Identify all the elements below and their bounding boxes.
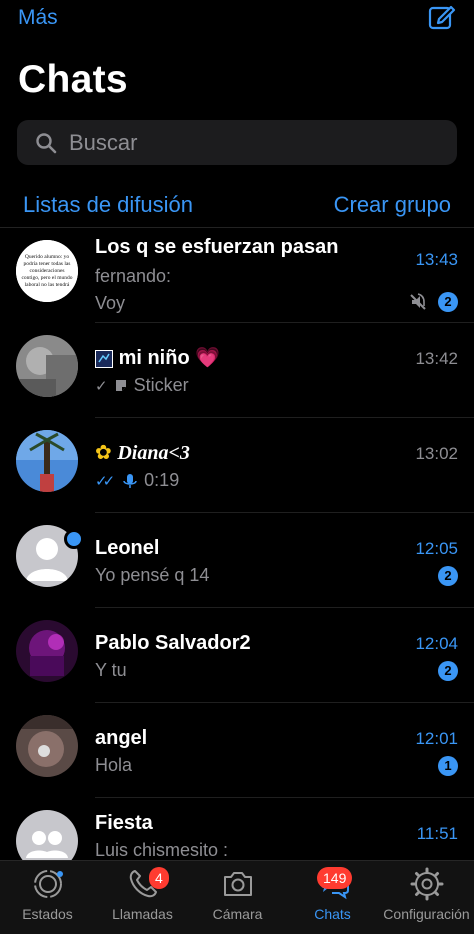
- avatar: Querido alumno: yo podría tener todas la…: [16, 240, 78, 302]
- list-actions: Listas de difusión Crear grupo: [0, 188, 474, 222]
- search-input[interactable]: [69, 120, 429, 165]
- more-button[interactable]: Más: [18, 6, 58, 30]
- chat-row-diana[interactable]: ✿ Diana<3 13:02 ✓✓ 0:19: [0, 418, 474, 513]
- avatar: [16, 620, 78, 682]
- gear-icon: [410, 867, 443, 901]
- avatar: [16, 335, 78, 397]
- svg-text:laboral no las tendrá: laboral no las tendrá: [25, 282, 70, 288]
- chat-name: mi niño: [118, 347, 190, 369]
- tab-badge: 149: [317, 867, 353, 889]
- tab-label: Estados: [22, 906, 73, 922]
- chat-preview-row: ✓✓ 0:19: [95, 470, 179, 491]
- chat-name-row: mi niño 💗: [95, 345, 220, 370]
- chat-name: angel: [95, 727, 148, 749]
- tab-llamadas[interactable]: 4 Llamadas: [95, 861, 190, 934]
- sunflower-emoji-icon: ✿: [95, 442, 112, 464]
- svg-text:podría tener todas las: podría tener todas las: [24, 261, 71, 267]
- heart-emoji-icon: 💗: [195, 347, 221, 369]
- chat-time: 12:04: [415, 634, 458, 653]
- chat-name: Leonel: [95, 537, 160, 559]
- tab-chats[interactable]: 149 Chats: [285, 861, 380, 934]
- chat-preview: Voy: [95, 293, 126, 313]
- page-title: Chats: [18, 58, 128, 101]
- chat-time: 12:01: [415, 729, 458, 748]
- unread-badge: 2: [438, 292, 458, 312]
- svg-text:Querido alumno: yo: Querido alumno: yo: [25, 254, 70, 260]
- camera-icon: [223, 872, 252, 896]
- unread-badge: 1: [438, 756, 458, 776]
- svg-text:consideraciones: consideraciones: [29, 268, 64, 274]
- tab-configuracion[interactable]: Configuración: [379, 861, 474, 934]
- chat-preview: Y tu: [95, 660, 127, 680]
- tab-label: Configuración: [383, 906, 470, 922]
- svg-text:contigo, pero el mundo: contigo, pero el mundo: [21, 275, 72, 281]
- chat-row-angel[interactable]: angel 12:01 Hola 1: [0, 703, 474, 798]
- chat-name: Los q se esfuerzan pasan: [95, 236, 339, 258]
- chat-row-mi-nino[interactable]: mi niño 💗 13:42 ✓ Sticker: [0, 323, 474, 418]
- tab-estados[interactable]: Estados: [0, 861, 95, 934]
- chat-preview: Hola: [95, 755, 133, 775]
- chat-time: 13:43: [415, 250, 458, 269]
- tab-badge: 4: [149, 867, 169, 889]
- chat-time: 11:51: [416, 824, 458, 843]
- search-icon: [36, 133, 57, 154]
- compose-icon[interactable]: [426, 2, 456, 32]
- chat-name-row: ✿ Diana<3: [95, 440, 190, 465]
- status-icon: [33, 870, 63, 898]
- tab-label: Chats: [314, 906, 351, 922]
- status-dot: [64, 529, 84, 549]
- chat-time: 12:05: [415, 539, 458, 558]
- chat-preview: Yo pensé q 14: [95, 565, 210, 585]
- tab-label: Cámara: [212, 906, 263, 922]
- chat-time: 13:42: [415, 349, 458, 368]
- sparkle-emoji-icon: [95, 349, 113, 368]
- chat-name: Pablo Salvador2: [95, 632, 251, 654]
- chat-preview: Luis chismesito :: [95, 840, 229, 860]
- chat-row-leonel[interactable]: Leonel 12:05 Yo pensé q 14 2: [0, 513, 474, 608]
- avatar: [16, 430, 78, 492]
- unread-badge: 2: [438, 661, 458, 681]
- sticker-icon: [115, 380, 126, 392]
- chat-time: 13:02: [415, 444, 458, 463]
- chat-preview: 0:19: [144, 470, 180, 490]
- chat-row-pablo-salvador2[interactable]: Pablo Salvador2 12:04 Y tu 2: [0, 608, 474, 703]
- chat-name: Fiesta: [95, 812, 153, 834]
- tab-label: Llamadas: [112, 906, 173, 922]
- chat-name: Diana<3: [117, 442, 190, 464]
- read-check-icon: ✓✓: [95, 473, 115, 490]
- search-bar[interactable]: [17, 120, 457, 165]
- muted-icon: [410, 293, 426, 310]
- tab-camara[interactable]: Cámara: [190, 861, 285, 934]
- unread-badge: 2: [438, 566, 458, 586]
- chat-preview: Sticker: [133, 375, 189, 395]
- tab-bar: Estados 4 Llamadas Cámara 149 Chats Conf…: [0, 860, 474, 934]
- chat-sender: fernando:: [95, 266, 172, 286]
- chat-row-los-q-se-esfuerzan-pasan[interactable]: Querido alumno: yo podría tener todas la…: [0, 228, 474, 323]
- chat-preview-row: ✓ Sticker: [95, 375, 189, 396]
- sent-check-icon: ✓: [95, 378, 108, 395]
- avatar: [16, 715, 78, 777]
- top-bar: Más: [0, 0, 474, 40]
- microphone-icon: [123, 474, 137, 489]
- broadcast-lists-link[interactable]: Listas de difusión: [23, 192, 193, 218]
- new-group-link[interactable]: Crear grupo: [334, 192, 451, 218]
